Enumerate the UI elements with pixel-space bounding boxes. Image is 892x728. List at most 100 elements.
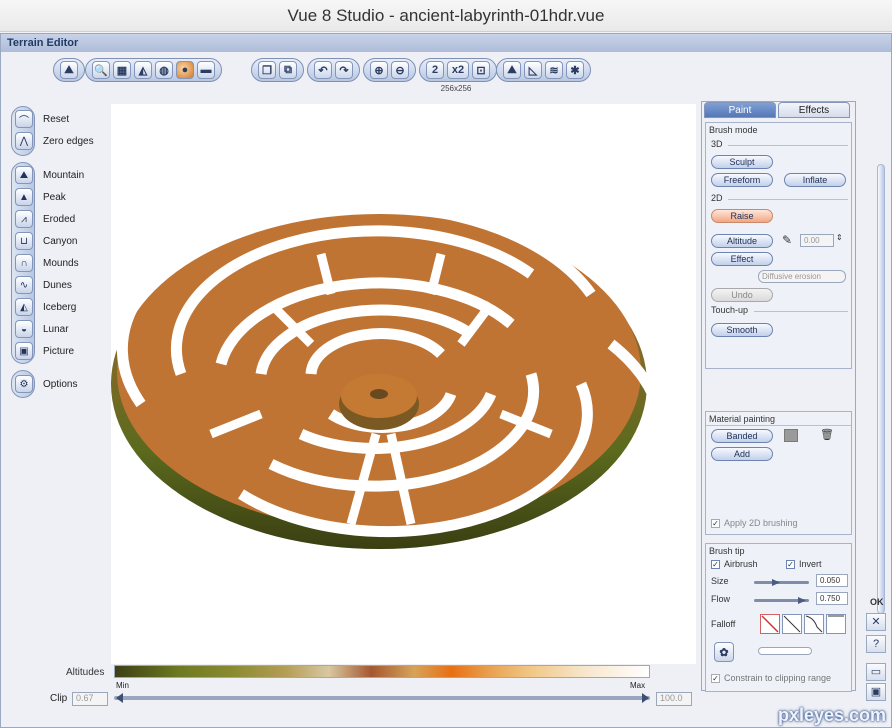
sphere-icon[interactable]: ◍ bbox=[155, 61, 173, 79]
mounds-icon: ∩ bbox=[15, 254, 33, 272]
reset-button[interactable]: ⌒ Reset bbox=[15, 110, 69, 128]
options-button[interactable]: ⚙ Options bbox=[15, 375, 77, 393]
altitudes-label: Altitudes bbox=[66, 667, 105, 678]
clip-range-slider[interactable] bbox=[114, 696, 650, 700]
display-mode-group: 🔍 ▦ ◭ ◍ ● ▬ bbox=[85, 58, 222, 82]
copy-paste-group: ❐ ⧉ bbox=[251, 58, 304, 82]
brush-mode-box: Brush mode 3D Sculpt Freeform Inflate 2D… bbox=[705, 122, 852, 369]
close-icon[interactable]: ✕ bbox=[866, 613, 886, 631]
erosion-icon[interactable]: ≋ bbox=[545, 61, 563, 79]
inflate-button[interactable]: Inflate bbox=[784, 173, 846, 187]
function-icon[interactable]: ✱ bbox=[566, 61, 584, 79]
options-icon: ⚙ bbox=[15, 375, 33, 393]
falloff-flat-curve[interactable] bbox=[826, 614, 846, 634]
flat-icon[interactable]: ▬ bbox=[197, 61, 215, 79]
canyon-button[interactable]: ⊔ Canyon bbox=[15, 232, 77, 250]
divider bbox=[706, 425, 851, 426]
magnify-icon[interactable]: 🔍 bbox=[92, 61, 110, 79]
lunar-button[interactable]: ◒ Lunar bbox=[15, 320, 69, 338]
lunar-icon: ◒ bbox=[15, 320, 33, 338]
clip-low-handle[interactable] bbox=[116, 693, 123, 703]
flow-value-field[interactable]: 0.750 bbox=[816, 592, 848, 605]
section-touchup-label: Touch-up bbox=[711, 305, 749, 315]
undo-icon[interactable]: ↶ bbox=[314, 61, 332, 79]
size-slider[interactable] bbox=[754, 581, 809, 584]
clip-low-field[interactable]: 0.67 bbox=[72, 692, 108, 706]
altitude-button[interactable]: Altitude bbox=[711, 234, 773, 248]
size-value-field[interactable]: 0.050 bbox=[816, 574, 848, 587]
window-title: Vue 8 Studio - ancient-labyrinth-01hdr.v… bbox=[0, 0, 892, 32]
altitude-value-field[interactable]: 0.00 bbox=[800, 234, 834, 247]
zero-edges-button[interactable]: ⋀ Zero edges bbox=[15, 132, 94, 150]
zoom-out-icon[interactable]: ⊖ bbox=[391, 61, 409, 79]
effect-button[interactable]: Effect bbox=[711, 252, 773, 266]
redo-icon[interactable]: ↷ bbox=[335, 61, 353, 79]
dunes-button[interactable]: ∿ Dunes bbox=[15, 276, 72, 294]
reset-icon: ⌒ bbox=[15, 110, 33, 128]
tab-paint[interactable]: Paint bbox=[704, 102, 776, 118]
side-scroll-strip[interactable] bbox=[877, 164, 885, 614]
divider bbox=[728, 199, 848, 200]
picture-icon: ▣ bbox=[15, 342, 33, 360]
slope-icon[interactable]: ◺ bbox=[524, 61, 542, 79]
altitude-gradient[interactable] bbox=[114, 665, 650, 678]
airbrush-checkbox[interactable]: ✓ bbox=[711, 560, 720, 569]
add-material-button[interactable]: Add bbox=[711, 447, 773, 461]
zoom-in-icon[interactable]: ⊕ bbox=[370, 61, 388, 79]
help-icon[interactable]: ? bbox=[866, 635, 886, 653]
sculpt-button[interactable]: Sculpt bbox=[711, 155, 773, 169]
terrain-editor-window: Terrain Editor ⛰ 🔍 ▦ ◭ ◍ ● ▬ ❐ ⧉ ↶ ↷ ⊕ ⊖… bbox=[0, 33, 892, 728]
paste-icon[interactable]: ⧉ bbox=[279, 61, 297, 79]
crop-icon[interactable]: ⊡ bbox=[472, 61, 490, 79]
raise-button[interactable]: Raise bbox=[711, 209, 773, 223]
falloff-linear-curve[interactable] bbox=[760, 614, 780, 634]
tab-effects[interactable]: Effects bbox=[778, 102, 850, 118]
mounds-button[interactable]: ∩ Mounds bbox=[15, 254, 79, 272]
invert-checkbox[interactable]: ✓ bbox=[786, 560, 795, 569]
effect-select[interactable]: Diffusive erosion bbox=[758, 270, 846, 283]
falloff-smooth-icon bbox=[783, 615, 801, 633]
shaded-sphere-icon[interactable]: ● bbox=[176, 61, 194, 79]
brush-shape-icon[interactable]: ✿ bbox=[714, 642, 734, 662]
terrain-view-button[interactable]: ⛰ bbox=[60, 61, 78, 79]
banded-button[interactable]: Banded bbox=[711, 429, 773, 443]
falloff-smooth-curve[interactable] bbox=[782, 614, 802, 634]
material-painting-box: Material painting Banded 🗑 Add ✓ Apply 2… bbox=[705, 411, 852, 535]
freeform-button[interactable]: Freeform bbox=[711, 173, 773, 187]
trash-icon[interactable]: 🗑 bbox=[820, 428, 834, 441]
mountain-button[interactable]: ⛰ Mountain bbox=[15, 166, 84, 184]
clip-high-handle[interactable] bbox=[642, 693, 649, 703]
copy-icon[interactable]: ❐ bbox=[258, 61, 276, 79]
peak-button[interactable]: ▲ Peak bbox=[15, 188, 66, 206]
watermark: pxleyes.com bbox=[777, 705, 886, 725]
terrain-viewport[interactable] bbox=[111, 104, 696, 664]
divider bbox=[754, 311, 848, 312]
material-swatch[interactable] bbox=[784, 429, 798, 442]
resolution-half-button[interactable]: 2 bbox=[426, 61, 444, 79]
size-label: Size bbox=[711, 576, 729, 586]
eyedropper-icon[interactable]: ✎ bbox=[782, 233, 792, 247]
undo-redo-group: ↶ ↷ bbox=[307, 58, 360, 82]
eroded-button[interactable]: ⩘ Eroded bbox=[15, 210, 75, 228]
clip-high-field[interactable]: 100.0 bbox=[656, 692, 692, 706]
brush-shape-select[interactable] bbox=[758, 647, 812, 655]
airbrush-label: Airbrush bbox=[724, 559, 758, 569]
iceberg-icon: ◭ bbox=[15, 298, 33, 316]
smooth-button[interactable]: Smooth bbox=[711, 323, 773, 337]
terrain-tools-group: ⛰ ◺ ≋ ✱ bbox=[496, 58, 591, 82]
resolution-double-button[interactable]: x2 bbox=[447, 61, 469, 79]
undo-button[interactable]: Undo bbox=[711, 288, 773, 302]
peak-icon: ▲ bbox=[15, 188, 33, 206]
dunes-icon: ∿ bbox=[15, 276, 33, 294]
grid-icon[interactable]: ▦ bbox=[113, 61, 131, 79]
terrain-settings-icon[interactable]: ⛰ bbox=[503, 61, 521, 79]
material-icon[interactable]: ◭ bbox=[134, 61, 152, 79]
falloff-sharp-icon bbox=[805, 615, 823, 633]
falloff-label: Falloff bbox=[711, 619, 736, 629]
iceberg-button[interactable]: ◭ Iceberg bbox=[15, 298, 76, 316]
falloff-sharp-curve[interactable] bbox=[804, 614, 824, 634]
picture-button[interactable]: ▣ Picture bbox=[15, 342, 74, 360]
apply-2d-checkbox[interactable]: ✓ bbox=[711, 519, 720, 528]
brush-mode-title: Brush mode bbox=[709, 125, 758, 135]
altitude-spinner[interactable]: ⇕ bbox=[836, 233, 843, 242]
